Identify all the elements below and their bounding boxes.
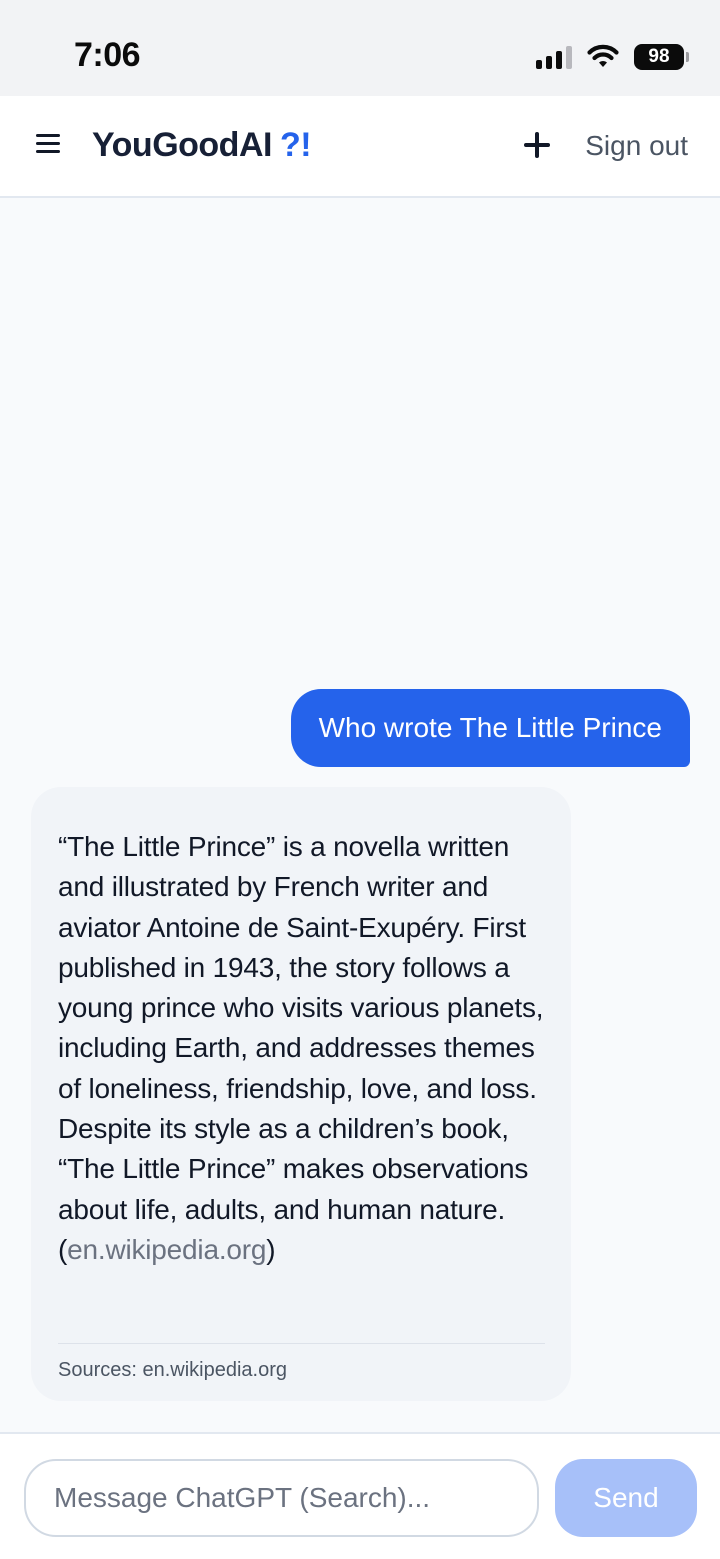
chat-screen: 7:06 98 YouGoodAI?! Sign out Who wrote T… [0, 0, 720, 1559]
app-header: YouGoodAI?! Sign out [0, 96, 720, 198]
status-time: 7:06 [74, 36, 141, 74]
citation-link[interactable]: en.wikipedia.org [67, 1234, 266, 1265]
plus-icon[interactable] [524, 132, 550, 158]
message-input[interactable] [24, 1459, 539, 1537]
sources-label: Sources: en.wikipedia.org [58, 1359, 288, 1381]
user-message-bubble: Who wrote The Little Prince [290, 689, 690, 767]
wifi-icon [587, 44, 619, 67]
battery-icon: 98 [634, 44, 689, 70]
assistant-message-bubble: “The Little Prince” is a novella written… [31, 787, 571, 1401]
sources-divider [58, 1343, 545, 1344]
assistant-message-text: “The Little Prince” is a novella written… [58, 827, 545, 1270]
assistant-message-end: ) [266, 1233, 276, 1265]
composer-bar: Send [0, 1432, 720, 1559]
status-bar: 7:06 98 [0, 0, 720, 96]
cellular-signal-icon [536, 45, 572, 69]
status-icons: 98 [536, 42, 689, 72]
assistant-message-body: “The Little Prince” is a novella written… [58, 831, 544, 1265]
menu-icon[interactable] [36, 134, 60, 154]
brand-accent: ?! [279, 126, 312, 164]
brand-logo[interactable]: YouGoodAI?! [92, 126, 312, 165]
sign-out-button[interactable]: Sign out [585, 130, 688, 162]
brand-name: YouGoodAI [92, 126, 272, 164]
send-button[interactable]: Send [555, 1459, 697, 1537]
